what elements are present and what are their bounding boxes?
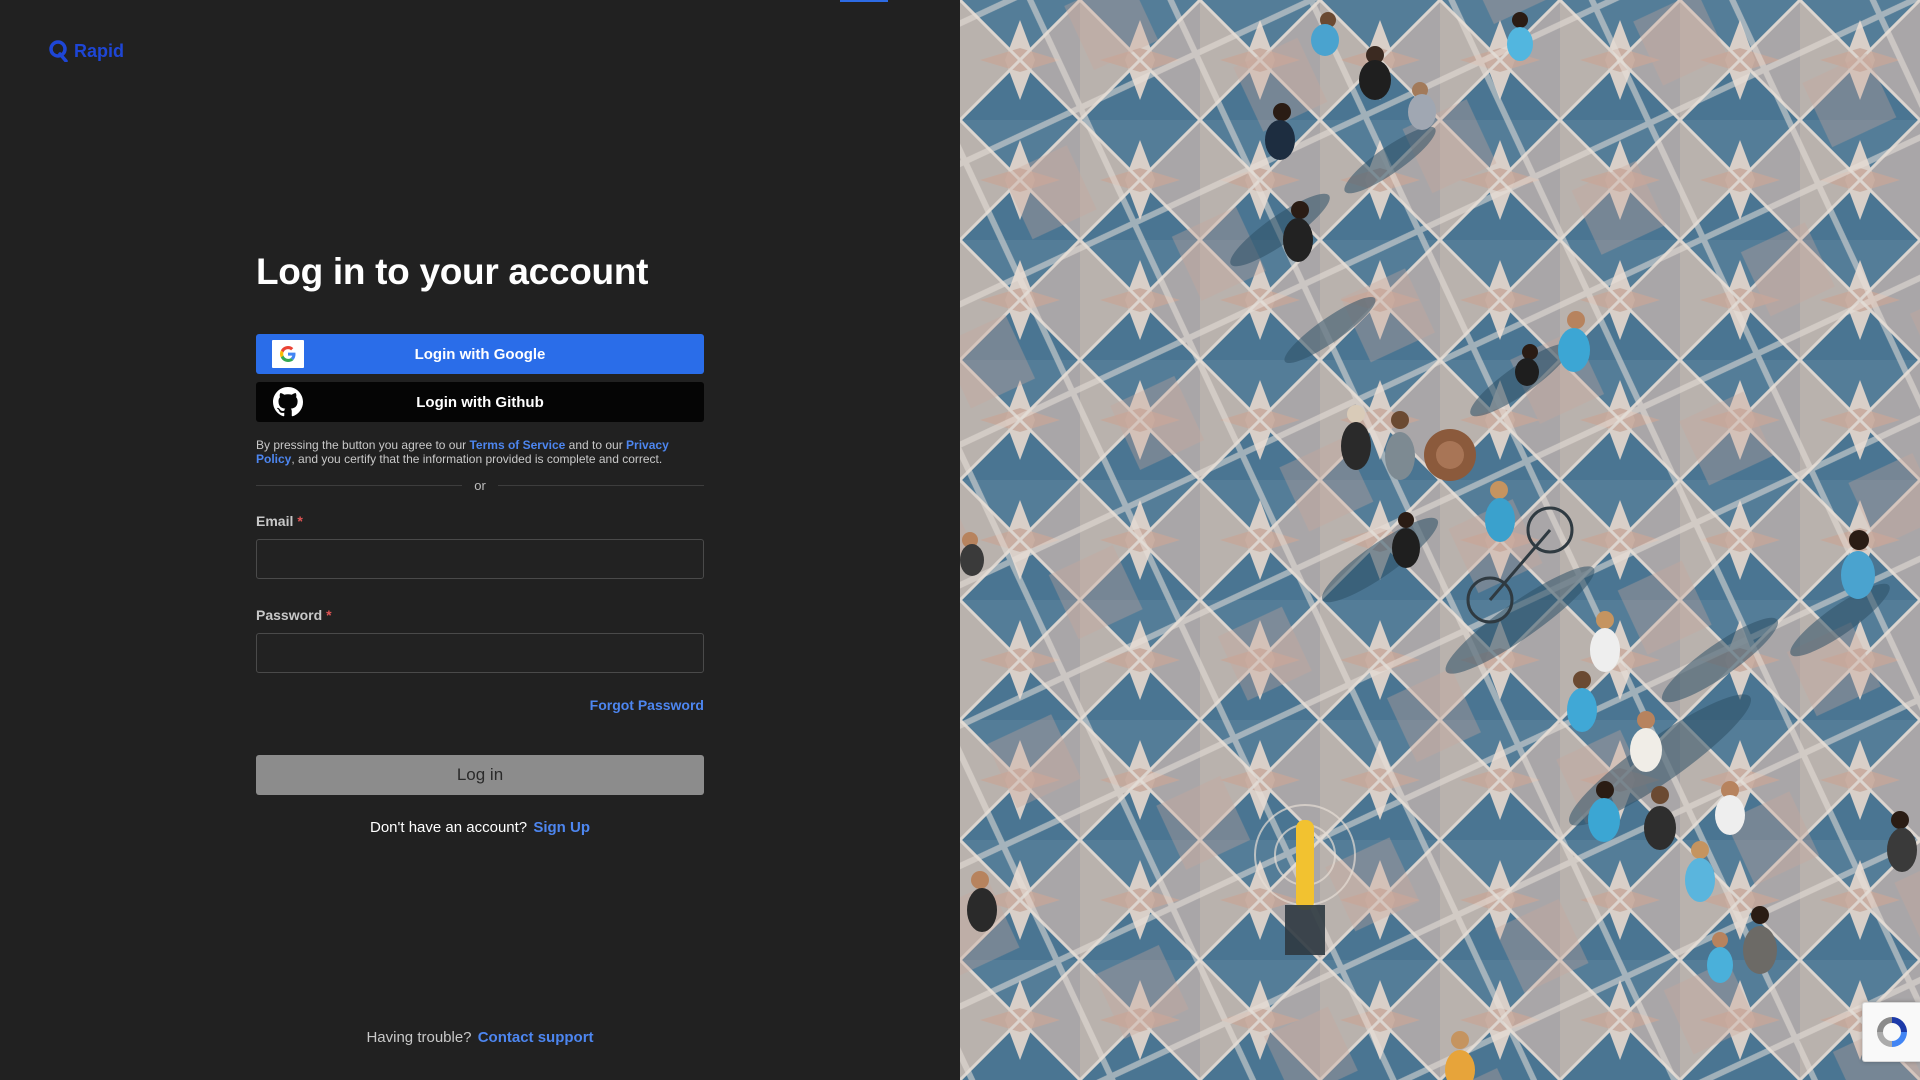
- log-in-button[interactable]: Log in: [256, 755, 704, 795]
- support-prompt: Having trouble?: [366, 1029, 472, 1046]
- forgot-password-link[interactable]: Forgot Password: [590, 697, 704, 713]
- rapid-logo-icon: [49, 40, 68, 62]
- password-field[interactable]: [256, 633, 704, 673]
- brand-logo[interactable]: Rapid: [48, 40, 124, 62]
- email-label: Email *: [256, 511, 704, 531]
- sign-up-link[interactable]: Sign Up: [533, 819, 590, 836]
- legal-middle: and to our: [568, 438, 623, 452]
- github-icon: [272, 387, 304, 417]
- password-label-text: Password: [256, 607, 323, 623]
- signup-prompt: Don't have an account?: [370, 819, 528, 836]
- top-accent-bar: [840, 0, 888, 2]
- forgot-password-row: Forgot Password: [256, 697, 704, 717]
- password-label: Password *: [256, 605, 704, 625]
- email-label-text: Email: [256, 513, 294, 529]
- recaptcha-badge[interactable]: [1862, 1002, 1920, 1062]
- brand-name: Rapid: [74, 40, 125, 61]
- divider-line-left: [256, 485, 463, 486]
- email-field[interactable]: [256, 539, 704, 579]
- password-required-mark: *: [326, 607, 332, 623]
- github-button-label: Login with Github: [416, 393, 544, 411]
- plaza-photo: [960, 0, 1920, 1080]
- legal-suffix: , and you certify that the information p…: [291, 452, 663, 466]
- signup-row: Don't have an account? Sign Up: [256, 819, 704, 836]
- legal-notice: By pressing the button you agree to our …: [256, 438, 704, 466]
- login-panel: Rapid Log in to your account Login with …: [0, 0, 960, 1080]
- login-with-google-button[interactable]: Login with Google: [256, 334, 704, 374]
- login-with-github-button[interactable]: Login with Github: [256, 382, 704, 422]
- recaptcha-icon: [1876, 1017, 1907, 1047]
- hero-image: [960, 0, 1920, 1080]
- login-form: Log in to your account Login with Google: [256, 244, 704, 836]
- support-row: Having trouble? Contact support: [256, 1029, 704, 1046]
- google-button-label: Login with Google: [414, 345, 546, 363]
- divider-text: or: [474, 478, 486, 493]
- terms-of-service-link[interactable]: Terms of Service: [469, 438, 565, 452]
- google-icon: [272, 340, 304, 368]
- email-required-mark: *: [297, 513, 303, 529]
- contact-support-link[interactable]: Contact support: [478, 1029, 594, 1046]
- page-title: Log in to your account: [256, 251, 649, 292]
- login-page: Rapid Log in to your account Login with …: [0, 0, 1920, 1080]
- or-divider: or: [256, 478, 704, 493]
- divider-line-right: [497, 485, 704, 486]
- legal-prefix: By pressing the button you agree to our: [256, 438, 467, 452]
